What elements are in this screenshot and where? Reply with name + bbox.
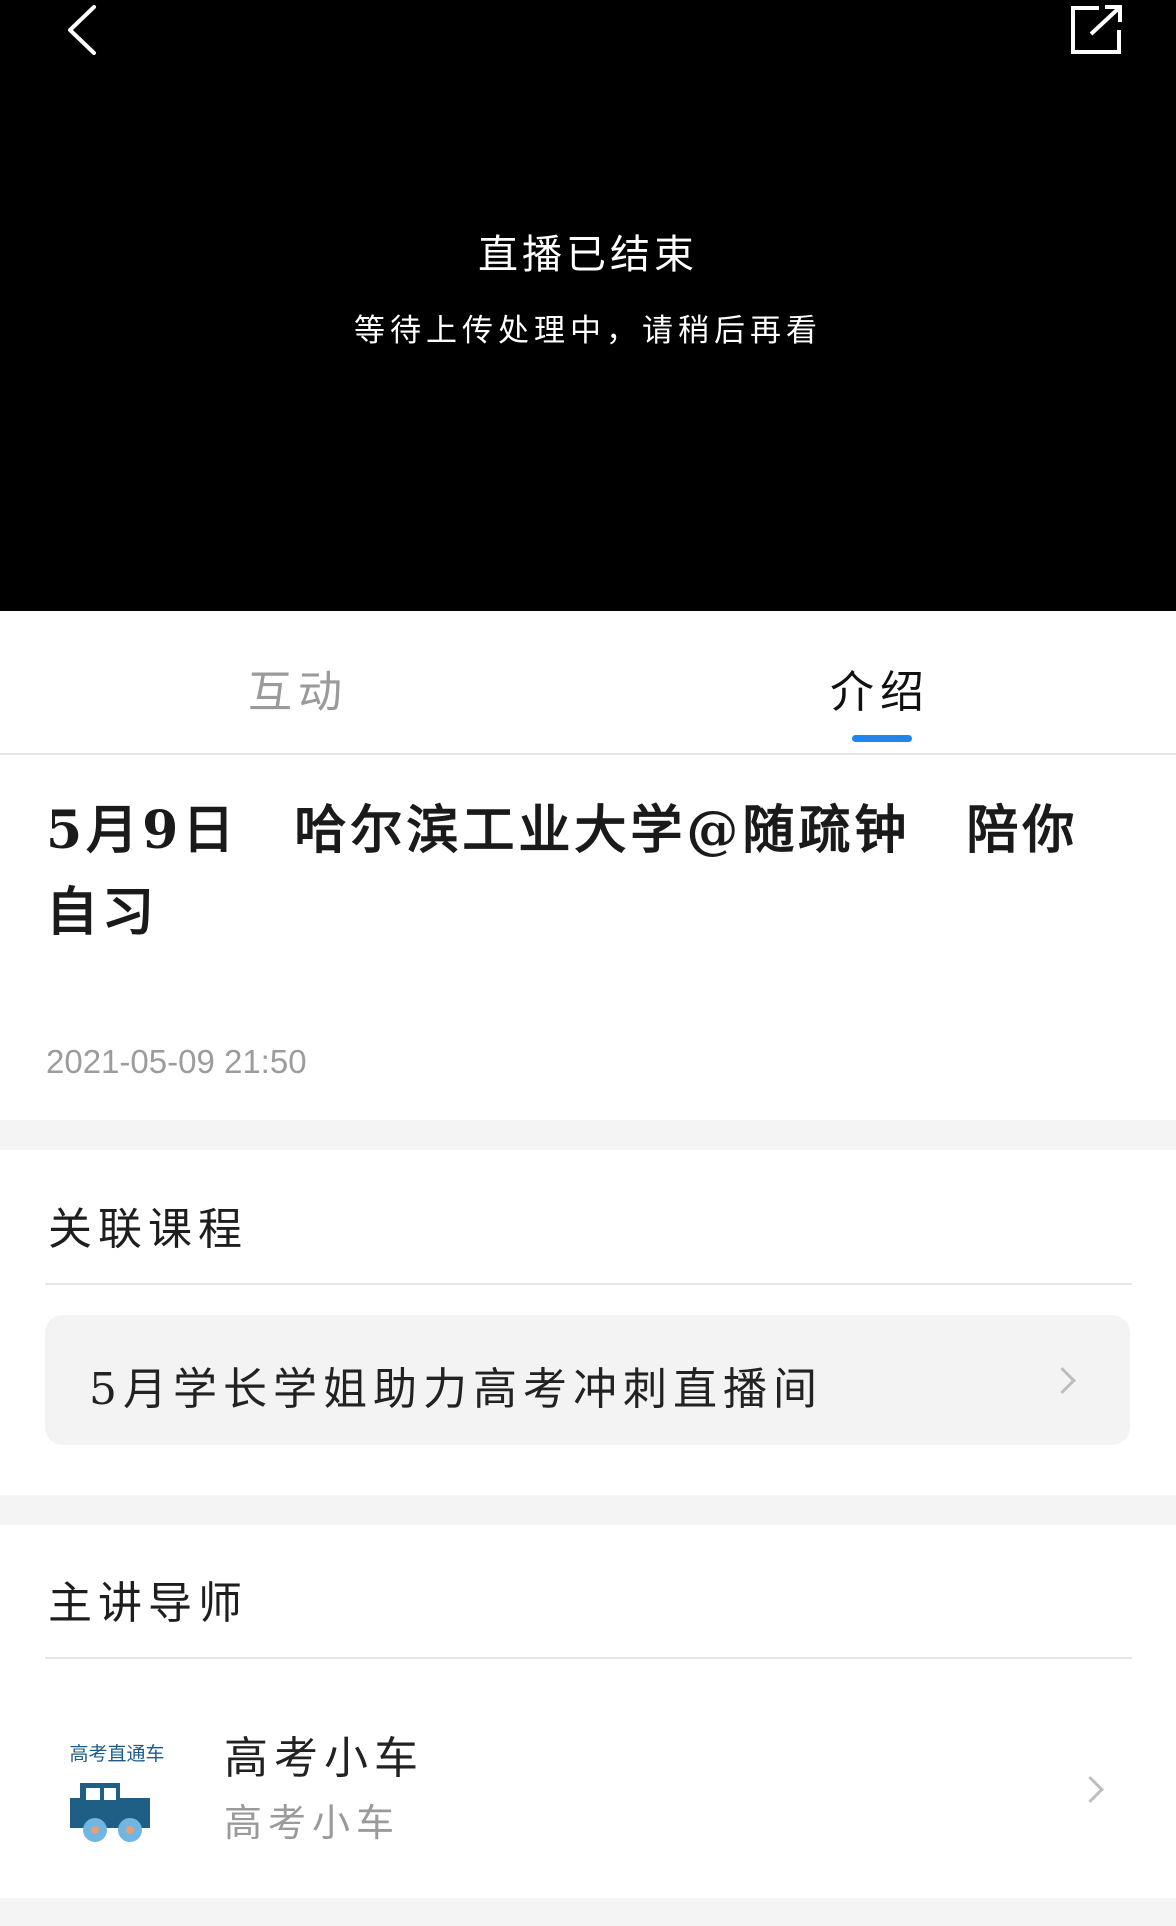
section-divider <box>0 1495 1176 1525</box>
section-divider <box>0 1120 1176 1150</box>
avatar: 高考直通车 <box>69 1743 165 1842</box>
related-course-heading: 关联课程 <box>48 1204 248 1255</box>
related-course-card[interactable]: 5月学长学姐助力高考冲刺直播间 <box>45 1315 1130 1445</box>
chevron-left-icon <box>68 5 96 55</box>
svg-text:高考直通车: 高考直通车 <box>69 1743 164 1765</box>
tab-bar: 互动 介绍 <box>0 611 1176 755</box>
divider <box>45 1283 1132 1285</box>
back-button[interactable] <box>52 0 112 60</box>
share-button[interactable] <box>1062 0 1132 60</box>
teacher-name: 高考小车 <box>224 1733 424 1784</box>
live-datetime: 2021-05-09 21:50 <box>46 1043 307 1080</box>
active-tab-indicator <box>852 735 912 742</box>
live-title: 5月9日 哈尔滨工业大学@随疏钟 陪你自习 <box>46 800 1079 943</box>
course-name: 5月学长学姐助力高考冲刺直播间 <box>89 1364 823 1415</box>
video-player[interactable]: 直播已结束 等待上传处理中，请稍后再看 <box>0 0 1176 611</box>
chevron-right-icon <box>1049 1367 1076 1394</box>
divider <box>45 1657 1132 1659</box>
teacher-heading: 主讲导师 <box>48 1578 248 1629</box>
section-divider <box>0 1898 1176 1926</box>
teacher-subtitle: 高考小车 <box>224 1801 401 1845</box>
tab-introduction[interactable]: 介绍 <box>830 656 930 720</box>
chevron-right-icon <box>1077 1776 1104 1803</box>
teacher-item[interactable]: 高考直通车 高考小车 高考小车 <box>0 1690 1176 1870</box>
live-ended-title: 直播已结束 <box>478 232 698 278</box>
tab-interaction[interactable]: 互动 <box>248 656 348 720</box>
live-ended-subtitle: 等待上传处理中，请稍后再看 <box>354 313 822 349</box>
share-external-icon <box>1071 5 1122 54</box>
